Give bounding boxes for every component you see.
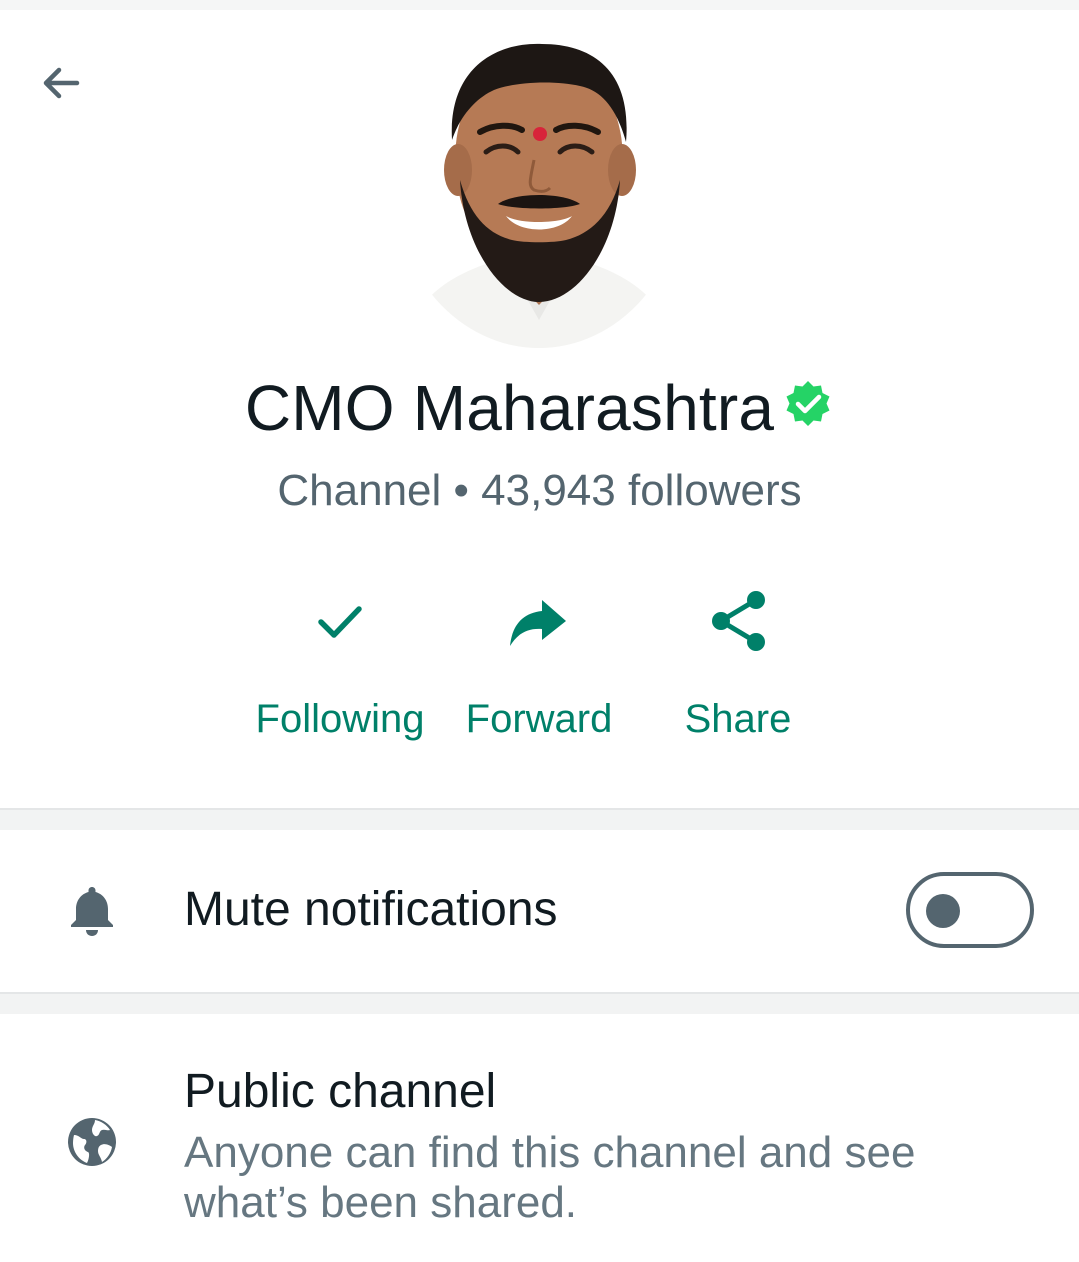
follower-count: 43,943 followers [481,466,802,515]
forward-arrow-icon [503,585,575,657]
section-divider [0,808,1079,830]
subtitle-separator: • [453,466,469,515]
profile-photo [394,20,684,348]
action-bar: Following Forward Share [0,585,1079,755]
forward-label: Forward [465,697,613,741]
arrow-left-icon [43,67,80,99]
public-channel-description: Anyone can find this channel and see wha… [184,1128,916,1227]
share-button[interactable]: Share [658,585,818,755]
check-icon [304,585,376,657]
section-divider [0,992,1079,1014]
globe-icon [62,1112,122,1172]
channel-avatar[interactable] [394,20,684,348]
mute-notifications-row[interactable]: Mute notifications [0,830,1079,992]
channel-name-row: CMO Maharashtra [0,368,1079,448]
public-channel-title: Public channel [184,1065,497,1118]
verified-check-icon [786,381,830,426]
public-channel-row[interactable]: Public channel Anyone can find this chan… [0,1014,1079,1262]
forward-button[interactable]: Forward [448,585,630,755]
channel-name: CMO Maharashtra [244,372,775,444]
following-label: Following [255,697,425,741]
share-label: Share [684,697,792,741]
following-button[interactable]: Following [240,585,440,755]
status-strip [0,0,1079,10]
mute-notifications-label: Mute notifications [184,883,558,936]
channel-subtitle: Channel • 43,943 followers [0,466,1079,522]
channel-type: Channel [277,466,442,515]
toggle-knob [926,894,960,928]
share-icon [702,585,774,657]
back-button[interactable] [30,52,92,114]
bell-icon [62,880,122,940]
mute-toggle[interactable] [906,872,1034,948]
